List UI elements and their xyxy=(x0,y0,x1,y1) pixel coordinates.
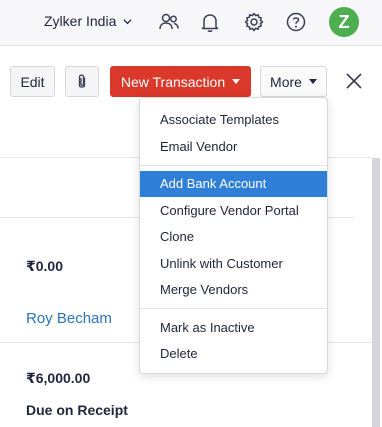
menu-item-associate-templates[interactable]: Associate Templates xyxy=(140,107,327,133)
menu-item-add-bank-account[interactable]: Add Bank Account xyxy=(140,171,327,197)
menu-divider xyxy=(140,165,327,166)
users-icon[interactable] xyxy=(157,10,181,34)
menu-item-unlink-with-customer[interactable]: Unlink with Customer xyxy=(140,251,327,277)
contact-person-link[interactable]: Roy Becham xyxy=(26,310,112,327)
amount-value: ₹0.00 xyxy=(26,258,63,274)
menu-item-clone[interactable]: Clone xyxy=(140,224,327,250)
paperclip-icon xyxy=(78,74,86,88)
menu-item-delete[interactable]: Delete xyxy=(140,341,327,367)
avatar-letter: Z xyxy=(338,11,350,32)
org-name: Zylker India xyxy=(44,13,117,29)
close-icon[interactable] xyxy=(344,71,364,91)
caret-down-icon xyxy=(232,79,241,84)
menu-item-mark-as-inactive[interactable]: Mark as Inactive xyxy=(140,315,327,341)
amount-value: ₹6,000.00 xyxy=(26,370,91,386)
org-switcher[interactable]: Zylker India xyxy=(44,13,133,29)
menu-item-email-vendor[interactable]: Email Vendor xyxy=(140,134,327,160)
menu-item-configure-vendor-portal[interactable]: Configure Vendor Portal xyxy=(140,198,327,224)
menu-item-merge-vendors[interactable]: Merge Vendors xyxy=(140,277,327,303)
menu-divider xyxy=(140,308,327,309)
top-header: Zylker India Z xyxy=(0,0,382,46)
payment-terms: Due on Receipt xyxy=(26,402,128,418)
chevron-down-icon xyxy=(123,18,132,24)
edit-button-label: Edit xyxy=(20,73,45,90)
more-dropdown-menu: Associate Templates Email Vendor Add Ban… xyxy=(139,97,328,374)
caret-down-icon xyxy=(308,79,317,84)
attach-button[interactable] xyxy=(65,66,99,97)
edit-button[interactable]: Edit xyxy=(10,66,55,97)
help-icon[interactable] xyxy=(284,10,308,34)
avatar[interactable]: Z xyxy=(329,7,359,37)
more-button[interactable]: More xyxy=(260,66,327,97)
gear-icon[interactable] xyxy=(242,10,266,34)
new-transaction-label: New Transaction xyxy=(120,73,226,90)
new-transaction-button[interactable]: New Transaction xyxy=(110,66,251,97)
scrollbar[interactable] xyxy=(372,158,380,427)
bell-icon[interactable] xyxy=(198,10,222,34)
more-button-label: More xyxy=(270,73,302,90)
